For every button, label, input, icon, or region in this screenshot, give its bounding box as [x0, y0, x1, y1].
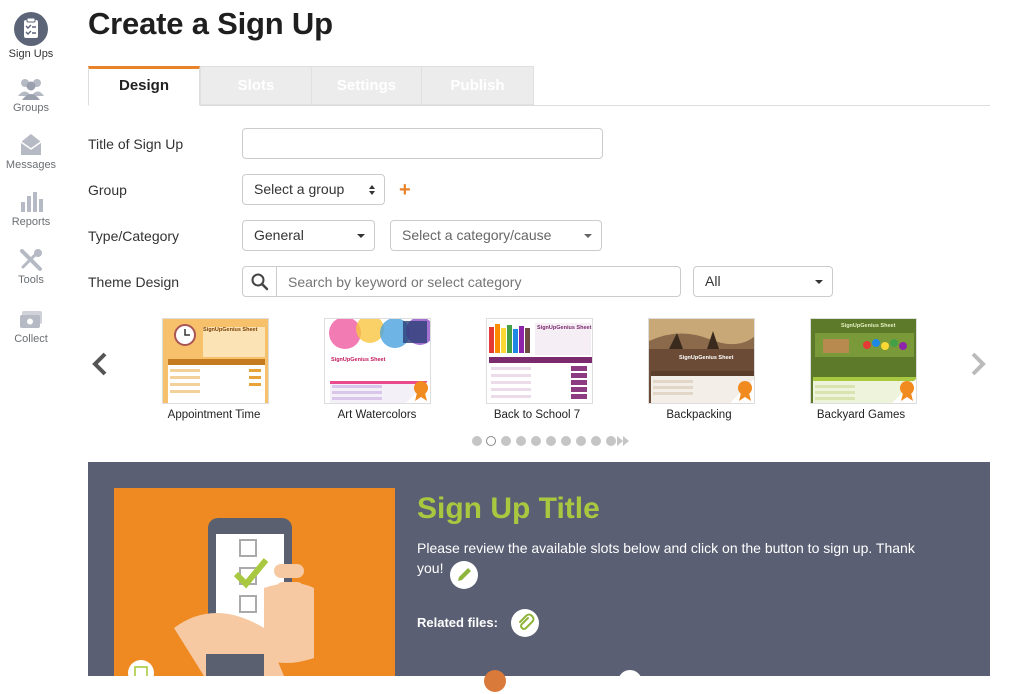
tab-design[interactable]: Design [88, 66, 200, 106]
theme-preview-image [487, 319, 592, 403]
carousel-dot[interactable] [516, 436, 526, 446]
sidebar-item-label: Sign Ups [8, 48, 54, 60]
color-swatch-button[interactable] [484, 670, 506, 692]
page-title: Create a Sign Up [88, 6, 333, 41]
theme-sheet-title: SignUpGenius Sheet [331, 357, 386, 363]
theme-label-appointment-time: Appointment Time [167, 409, 261, 421]
type-select[interactable]: General [242, 220, 375, 251]
theme-thumbnail-backyard-games[interactable]: SignUpGenius Sheet [810, 318, 917, 404]
theme-label-backyard-games: Backyard Games [816, 409, 906, 421]
theme-sheet-title: SignUpGenius Sheet [841, 323, 896, 329]
preview-title: Sign Up Title [417, 492, 600, 525]
sidebar-item-collect[interactable]: Collect [0, 309, 62, 345]
sidebar-item-groups[interactable]: Groups [0, 76, 62, 114]
search-button[interactable] [242, 266, 277, 297]
carousel-dot[interactable] [501, 436, 511, 446]
sidebar-item-tools[interactable]: Tools [0, 248, 62, 286]
image-icon [134, 666, 148, 676]
bar-chart-icon [21, 192, 43, 212]
clipboard-icon [14, 12, 48, 46]
preview-round-button[interactable] [618, 670, 642, 694]
sidebar-item-reports[interactable]: Reports [0, 190, 62, 228]
theme-filter-value: All [705, 273, 721, 289]
edit-description-button[interactable] [450, 561, 478, 589]
carousel-dot-active[interactable] [486, 436, 496, 446]
sidebar-item-label: Reports [11, 216, 51, 228]
theme-thumbnail-back-to-school-7[interactable]: SignUpGenius Sheet [486, 318, 593, 404]
carousel-dot[interactable] [531, 436, 541, 446]
carousel-dot[interactable] [591, 436, 601, 446]
theme-thumbnail-art-watercolors[interactable]: SignUpGenius Sheet [324, 318, 431, 404]
carousel-dot[interactable] [472, 436, 482, 446]
group-label: Group [88, 182, 127, 198]
add-group-icon[interactable]: + [399, 179, 411, 202]
theme-search-input[interactable] [276, 266, 681, 297]
carousel-prev-icon[interactable] [90, 352, 110, 376]
carousel-dot[interactable] [576, 436, 586, 446]
chevron-down-icon [357, 234, 365, 238]
carousel-dot[interactable] [606, 436, 616, 446]
title-label: Title of Sign Up [88, 136, 184, 152]
theme-label-back-to-school-7: Back to School 7 [493, 409, 581, 421]
paperclip-icon [519, 613, 535, 630]
theme-label-backpacking: Backpacking [666, 409, 732, 421]
fast-forward-icon[interactable] [617, 436, 629, 446]
chevron-down-icon [584, 234, 592, 238]
sidebar-item-label: Tools [18, 274, 44, 286]
attach-file-button[interactable] [511, 609, 539, 637]
theme-label-art-watercolors: Art Watercolors [337, 409, 417, 421]
title-input[interactable] [242, 128, 603, 159]
related-files-label: Related files: [417, 615, 498, 630]
tab-settings[interactable]: Settings [311, 66, 422, 105]
carousel-next-icon[interactable] [968, 352, 988, 376]
theme-preview-panel: Sign Up Title Please review the availabl… [88, 462, 990, 694]
tools-icon [20, 249, 42, 271]
theme-label: Theme Design [88, 274, 180, 290]
group-select[interactable]: Select a group [242, 174, 385, 205]
carousel-dot[interactable] [546, 436, 556, 446]
category-select-value: Select a category/cause [402, 227, 552, 243]
money-icon [20, 311, 42, 328]
preview-header-image [114, 488, 395, 676]
tab-slots[interactable]: Slots [200, 66, 312, 105]
chevron-down-icon [815, 280, 823, 284]
updown-icon [369, 185, 375, 195]
search-icon [251, 273, 269, 291]
theme-filter-select[interactable]: All [693, 266, 833, 297]
sidebar-item-messages[interactable]: Messages [0, 131, 62, 171]
envelope-icon [20, 134, 42, 155]
type-label: Type/Category [88, 228, 180, 244]
sidebar-item-signups[interactable]: Sign Ups [0, 12, 62, 60]
type-select-value: General [254, 227, 304, 243]
people-icon [18, 79, 44, 100]
theme-thumbnail-backpacking[interactable]: SignUpGenius Sheet [648, 318, 755, 404]
preview-description: Please review the available slots below … [417, 540, 915, 576]
category-select[interactable]: Select a category/cause [390, 220, 602, 251]
theme-preview-image [811, 319, 916, 403]
theme-sheet-title: SignUpGenius Sheet [203, 327, 258, 333]
phone-checklist-illustration [114, 488, 395, 676]
change-image-button[interactable] [128, 660, 154, 676]
tab-bar: Design Slots Settings Publish [88, 66, 990, 106]
tab-publish[interactable]: Publish [421, 66, 534, 105]
pencil-icon [458, 568, 471, 581]
sidebar-item-label: Messages [5, 159, 57, 171]
group-select-value: Select a group [254, 181, 345, 197]
theme-sheet-title: SignUpGenius Sheet [537, 325, 592, 331]
sidebar: Sign Ups Groups Messages Reports Tools C… [0, 0, 62, 676]
sidebar-item-label: Groups [12, 102, 50, 114]
theme-thumbnail-appointment-time[interactable]: SignUpGenius Sheet [162, 318, 269, 404]
carousel-dot[interactable] [561, 436, 571, 446]
sidebar-item-label: Collect [14, 333, 48, 345]
theme-preview-image [649, 319, 754, 403]
theme-sheet-title: SignUpGenius Sheet [679, 355, 734, 361]
